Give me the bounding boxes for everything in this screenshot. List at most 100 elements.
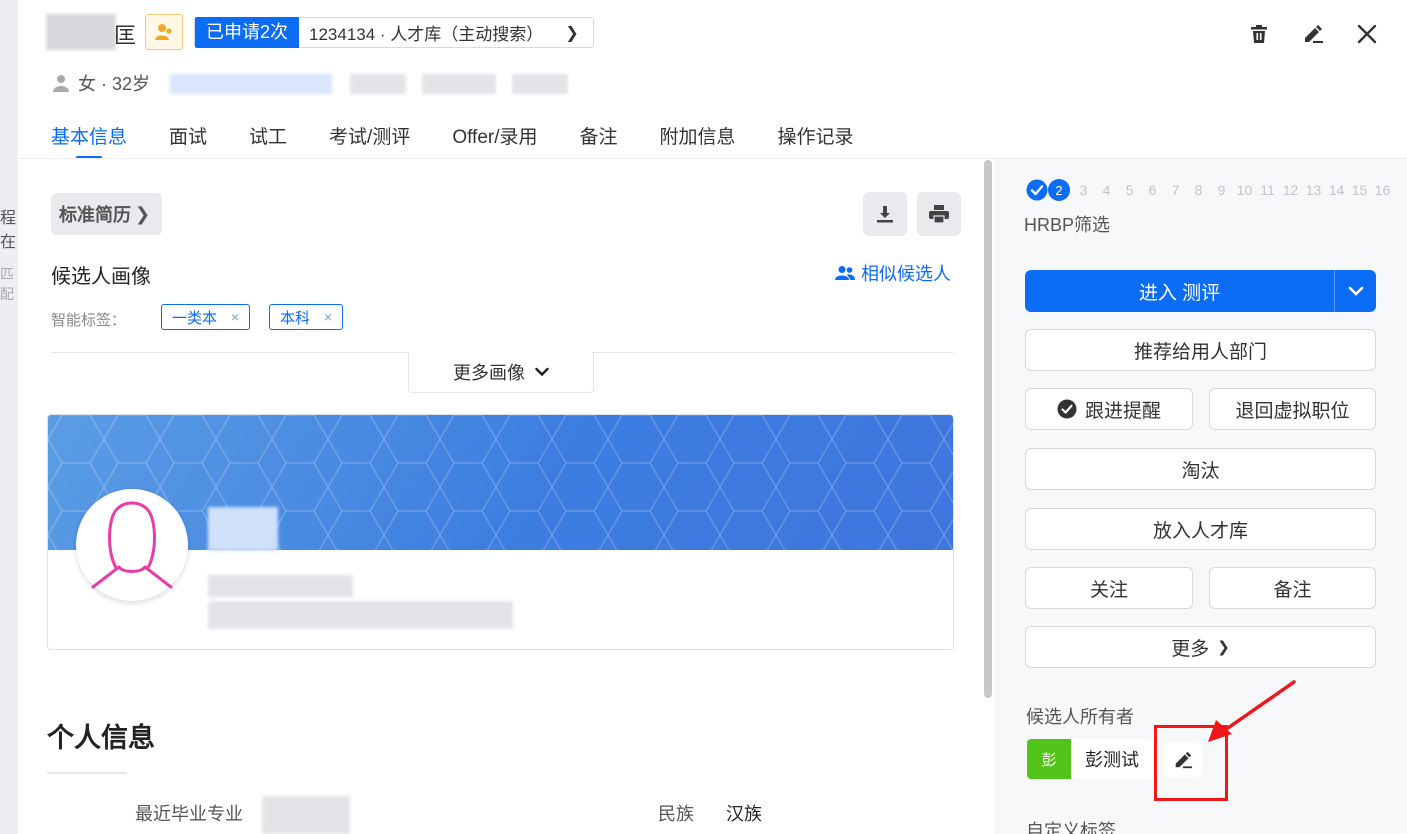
personal-info-title: 个人信息 xyxy=(47,723,155,753)
pipeline-sidebar: 2 3 4 5 6 7 8 9 10 11 12 13 14 15 16 HRB… xyxy=(994,159,1407,834)
pipeline-step[interactable]: 11 xyxy=(1256,182,1279,198)
action-dropdown-button[interactable] xyxy=(1334,270,1376,312)
chevron-right-icon: ❯ xyxy=(565,24,579,42)
background-fragment-2: 匹配 xyxy=(0,266,14,302)
download-icon xyxy=(877,206,893,223)
watch-button[interactable]: 关注 xyxy=(1025,567,1193,609)
resume-profile-card xyxy=(47,414,954,650)
candidate-portrait-title: 候选人画像 xyxy=(51,266,151,288)
pipeline-steps: 2 3 4 5 6 7 8 9 10 11 12 13 14 15 16 xyxy=(1026,179,1394,201)
pipeline-step[interactable]: 5 xyxy=(1118,182,1141,198)
tab-offer[interactable]: Offer/录用 xyxy=(452,122,537,159)
close-icon[interactable]: × xyxy=(231,309,239,325)
pipeline-step-current[interactable]: 2 xyxy=(1048,179,1070,201)
candidate-detail-panel: 匡 已申请2次 1234134 · 人才库（主动搜索） ❯ 女 · 32岁 基本… xyxy=(18,0,1407,834)
major-label: 最近毕业专业 xyxy=(135,804,243,824)
candidate-meta: 女 · 32岁 xyxy=(52,70,150,96)
tab-operation-log[interactable]: 操作记录 xyxy=(778,122,854,159)
chevron-down-icon xyxy=(1348,286,1363,296)
more-actions-button[interactable]: 更多 ❯ xyxy=(1025,626,1376,668)
owner-name: 彭测试 xyxy=(1085,750,1139,770)
smart-tag[interactable]: 一类本 × xyxy=(161,304,251,330)
tab-notes[interactable]: 备注 xyxy=(580,122,618,159)
tab-exam[interactable]: 考试/测评 xyxy=(329,122,410,159)
recommend-button[interactable]: 推荐给用人部门 xyxy=(1025,329,1376,371)
female-avatar-icon xyxy=(91,501,173,589)
close-icon[interactable]: × xyxy=(324,309,332,325)
more-portrait-label: 更多画像 xyxy=(453,363,525,383)
check-circle-icon xyxy=(1057,399,1077,419)
candidate-name-fragment: 匡 xyxy=(114,23,137,48)
tab-basic-info[interactable]: 基本信息 xyxy=(51,122,127,159)
pipeline-step[interactable]: 13 xyxy=(1302,182,1325,198)
apply-count-badge: 已申请2次 xyxy=(195,17,300,48)
note-button[interactable]: 备注 xyxy=(1209,567,1376,609)
owner-avatar: 彭 xyxy=(1027,739,1071,779)
users-icon xyxy=(835,266,855,280)
application-info-box[interactable]: 已申请2次 1234134 · 人才库（主动搜索） ❯ xyxy=(194,17,594,48)
gender-age-text: 女 · 32岁 xyxy=(78,74,151,94)
tab-extra-info[interactable]: 附加信息 xyxy=(660,122,736,159)
card-info-blurred-1 xyxy=(208,575,353,597)
pipeline-step[interactable]: 7 xyxy=(1164,182,1187,198)
close-button[interactable] xyxy=(1355,22,1379,46)
chevron-right-icon: ❯ xyxy=(1217,639,1230,656)
check-circle-icon[interactable] xyxy=(1026,179,1048,201)
pipeline-step[interactable]: 14 xyxy=(1325,182,1348,198)
major-value-blurred xyxy=(262,796,350,834)
smart-tag[interactable]: 本科 × xyxy=(269,304,344,330)
pipeline-step[interactable]: 8 xyxy=(1187,182,1210,198)
talent-pool-button[interactable]: 放入人才库 xyxy=(1025,508,1376,550)
header-actions xyxy=(1247,22,1379,46)
standard-resume-button[interactable]: 标准简历 ❯ xyxy=(51,193,163,235)
pipeline-step[interactable]: 16 xyxy=(1371,182,1394,198)
pipeline-step[interactable]: 9 xyxy=(1210,182,1233,198)
similar-candidates-link[interactable]: 相似候选人 xyxy=(835,260,951,286)
standard-resume-label: 标准简历 xyxy=(59,205,131,225)
pencil-icon xyxy=(1305,25,1323,43)
meta-blurred-1 xyxy=(170,74,332,94)
follow-up-button[interactable]: 跟进提醒 xyxy=(1025,388,1193,430)
close-icon xyxy=(1357,24,1377,44)
smart-tag-label: 一类本 xyxy=(172,309,218,327)
pipeline-step[interactable]: 3 xyxy=(1072,182,1095,198)
pipeline-step[interactable]: 6 xyxy=(1141,182,1164,198)
return-virtual-position-button[interactable]: 退回虚拟职位 xyxy=(1209,388,1376,430)
chevron-down-icon xyxy=(535,367,549,377)
candidate-owner-chip: 彭 彭测试 xyxy=(1027,739,1153,779)
annotation-highlight-box xyxy=(1154,725,1228,801)
edit-button[interactable] xyxy=(1301,22,1325,46)
smart-tag-label: 本科 xyxy=(280,309,311,327)
tab-trial-work[interactable]: 试工 xyxy=(249,122,287,159)
ethnicity-label: 民族 xyxy=(658,804,694,824)
card-info-blurred-2 xyxy=(208,601,513,629)
candidate-owner-label: 候选人所有者 xyxy=(1026,707,1134,727)
pipeline-step[interactable]: 15 xyxy=(1348,182,1371,198)
print-button[interactable] xyxy=(917,192,961,236)
card-name-blurred xyxy=(208,507,278,551)
scrollbar[interactable] xyxy=(984,160,992,698)
more-actions-label: 更多 xyxy=(1171,638,1210,660)
user-icon xyxy=(53,75,69,92)
tab-interview[interactable]: 面试 xyxy=(169,122,207,159)
pipeline-step[interactable]: 4 xyxy=(1095,182,1118,198)
download-button[interactable] xyxy=(863,192,907,236)
chevron-right-icon: ❯ xyxy=(135,203,151,224)
meta-blurred-3 xyxy=(422,74,496,94)
custom-tags-label: 自定义标签 xyxy=(1026,821,1116,834)
more-portrait-button[interactable]: 更多画像 xyxy=(408,352,594,393)
printer-icon xyxy=(929,205,949,224)
resume-owner-badge[interactable] xyxy=(145,14,183,50)
candidate-name-blurred xyxy=(46,14,116,50)
pipeline-step[interactable]: 10 xyxy=(1233,182,1256,198)
delete-button[interactable] xyxy=(1247,22,1271,46)
smart-tags-label: 智能标签： xyxy=(51,312,127,329)
meta-blurred-4 xyxy=(512,74,568,94)
pipeline-step[interactable]: 12 xyxy=(1279,182,1302,198)
enter-assessment-button[interactable]: 进入 测评 xyxy=(1025,270,1334,312)
meta-blurred-2 xyxy=(350,74,406,94)
background-fragment-1: 程在 xyxy=(0,210,17,251)
personal-info-divider xyxy=(47,772,127,774)
detail-tabs: 基本信息 面试 试工 考试/测评 Offer/录用 备注 附加信息 操作记录 xyxy=(51,122,896,159)
eliminate-button[interactable]: 淘汰 xyxy=(1025,448,1376,490)
